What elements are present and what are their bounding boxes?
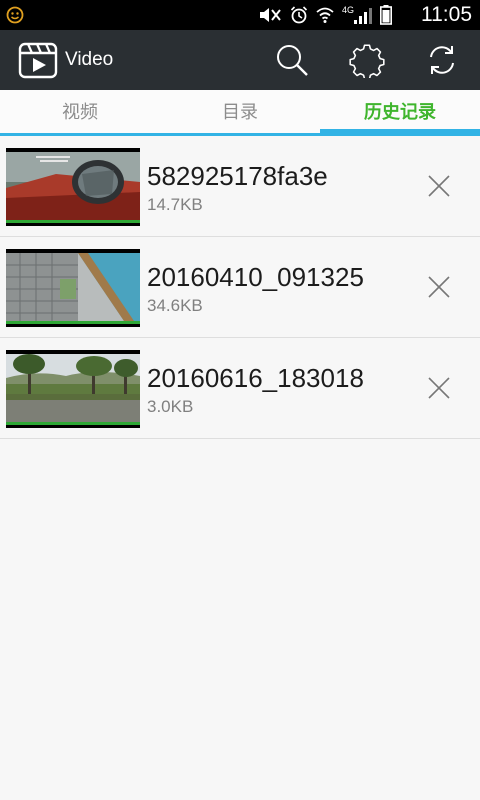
close-icon[interactable] <box>426 274 452 300</box>
building-window-video-thumbnail <box>6 249 140 327</box>
history-item[interactable]: 20160410_091325 34.6KB <box>0 237 480 338</box>
file-size: 14.7KB <box>147 195 203 214</box>
mute-icon <box>260 8 281 22</box>
clock: 11:05 <box>421 3 472 26</box>
alarm-icon <box>290 6 308 24</box>
tab-videos[interactable]: 视频 <box>0 90 160 136</box>
countryside-field-video-thumbnail <box>6 350 140 428</box>
settings-icon[interactable] <box>349 42 385 78</box>
video-logo-icon <box>18 42 58 79</box>
history-list: 582925178fa3e 14.7KB 20160410_091325 34.… <box>0 136 480 439</box>
close-icon[interactable] <box>426 173 452 199</box>
signal-icon <box>354 8 372 24</box>
close-icon[interactable] <box>426 375 452 401</box>
search-icon[interactable] <box>274 42 310 78</box>
app-title: Video <box>65 49 114 70</box>
history-item[interactable]: 582925178fa3e 14.7KB <box>0 136 480 237</box>
battery-icon <box>380 5 392 25</box>
tab-directory[interactable]: 目录 <box>160 90 320 136</box>
car-mirror-video-thumbnail <box>6 148 140 226</box>
file-name: 20160616_183018 <box>147 363 364 393</box>
status-bar: 4G 11:05 <box>0 0 480 30</box>
file-name: 20160410_091325 <box>147 262 364 292</box>
file-size: 3.0KB <box>147 397 194 416</box>
file-size: 34.6KB <box>147 296 203 315</box>
wifi-icon <box>316 7 334 23</box>
app-bar: Video <box>0 30 480 90</box>
file-name: 582925178fa3e <box>147 161 328 191</box>
notification-face-icon <box>6 6 24 24</box>
signal-indicator: 4G <box>342 5 372 25</box>
history-item[interactable]: 20160616_183018 3.0KB <box>0 338 480 439</box>
network-type-label: 4G <box>342 5 355 15</box>
refresh-icon[interactable] <box>424 42 460 78</box>
active-tab-indicator <box>320 129 480 136</box>
